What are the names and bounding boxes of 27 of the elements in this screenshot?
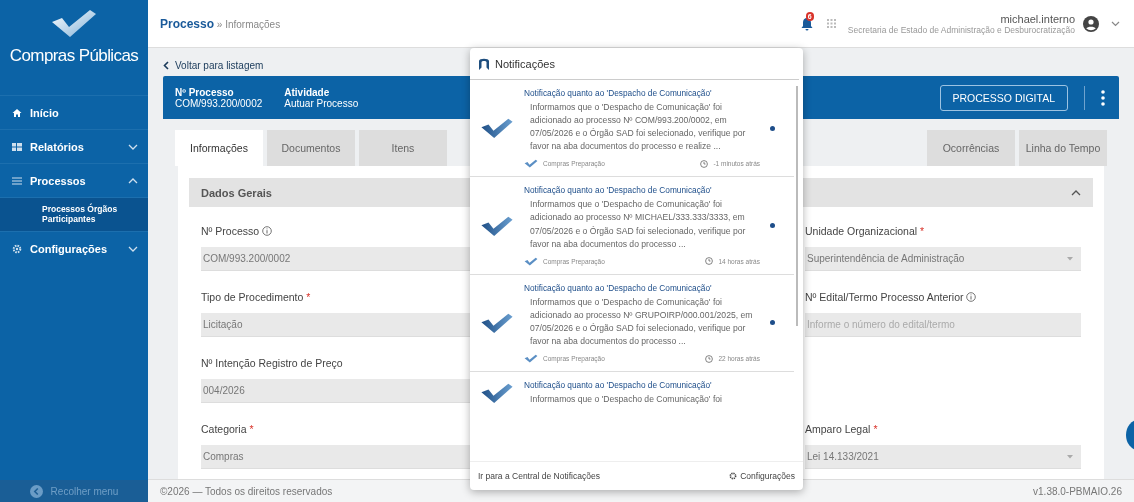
field-label: Unidade Organizacional — [805, 225, 918, 237]
header-value: COM/993.200/0002 — [175, 97, 263, 109]
header-label: Nº Processo — [175, 86, 235, 98]
breadcrumb: Processo » Informações — [160, 16, 281, 31]
field-label: Nº Processo — [201, 225, 260, 237]
field-label: Nº Intenção Registro de Preço — [201, 357, 343, 369]
notification-title: Notificação quanto ao 'Despacho de Comunicação' — [524, 380, 713, 391]
field-label: Categoria — [201, 423, 247, 435]
required-asterisk: * — [306, 291, 311, 303]
required-asterisk: * — [920, 225, 925, 237]
app-title: Compras Públicas — [9, 46, 139, 66]
field-label: Amparo Legal — [805, 423, 871, 435]
field-label: Nº Edital/Termo Processo Anterior — [805, 291, 964, 303]
field-label: Tipo de Procedimento — [201, 291, 304, 303]
user-organization: Secretaria de Estado de Administração e Desburocratização — [847, 24, 1075, 35]
required-asterisk: * — [249, 423, 254, 435]
notification-title: Notificação quanto ao 'Despacho de Comunicação' — [524, 185, 713, 196]
header-value: Autuar Processo — [284, 97, 359, 109]
user-name: michael.interno — [999, 12, 1075, 25]
notification-text: Informamos que o 'Despacho de Comunicação' foi adicionado ao processo Nº COM/993.200/0002, em 07/05/2026 e o Órgão SAD foi selecionado, verifique por favor na aba documentos do processo e realize ... — [529, 101, 747, 154]
notification-title: Notificação quanto ao 'Despacho de Comunicação' — [524, 88, 713, 98]
header-label: Atividade — [284, 86, 331, 98]
required-asterisk: * — [873, 423, 878, 435]
copyright-text: ©2026 — Todos os direitos reservados — [160, 485, 333, 497]
version-text: v1.38.0-PBMAIO.26 — [1033, 485, 1122, 497]
notification-title: Notificação quanto ao 'Despacho de Comunicação' — [524, 282, 713, 293]
panel-title: Notificações — [495, 57, 555, 70]
